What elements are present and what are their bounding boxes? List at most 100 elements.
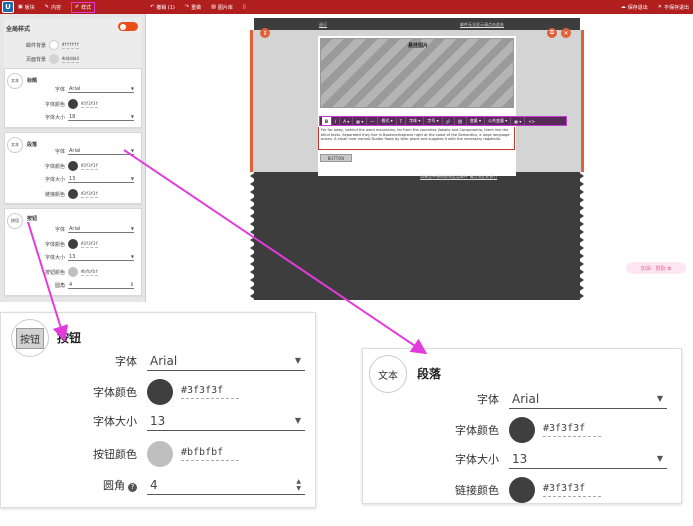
- font-color-button[interactable]: A ▾: [340, 117, 354, 125]
- step-up-icon[interactable]: ▲: [296, 478, 301, 485]
- button-color-hex[interactable]: #3f3f3f: [81, 241, 98, 248]
- chevron-down-icon: ▼: [130, 226, 134, 231]
- clear-format-button[interactable]: T: [397, 117, 407, 125]
- button-zoom-color-hex[interactable]: #3f3f3f: [181, 385, 239, 399]
- chevron-down-icon: ▼: [130, 176, 134, 181]
- button-zoom-color-swatch[interactable]: [147, 379, 173, 405]
- nav-blocks[interactable]: ▣ 板块: [18, 4, 35, 11]
- italic-button[interactable]: I: [332, 117, 341, 125]
- bold-button[interactable]: B: [322, 117, 333, 125]
- heading-color-hex[interactable]: #3f3f3f: [81, 101, 98, 108]
- email-bg-row: 邮件背景 #ffffff: [4, 40, 79, 50]
- paragraph-link-swatch[interactable]: [68, 189, 78, 199]
- heading-size-label: 字体大小: [44, 114, 65, 121]
- format-dropdown[interactable]: 格式 ▾: [378, 117, 397, 125]
- button-zoom-font-select[interactable]: Arial ▼: [147, 351, 305, 371]
- table-dropdown[interactable]: ▦ ▾: [511, 117, 526, 125]
- paragraph-zoom-font-select[interactable]: Arial ▼: [509, 389, 667, 409]
- button-radius-row: 圆角 4 ⇕: [5, 281, 143, 289]
- undo-icon: ↶: [150, 4, 155, 10]
- button-zoom-title: 按钮: [57, 331, 82, 345]
- brush-icon: ✐: [74, 4, 80, 10]
- view-online-link[interactable]: 邮件无法显示请点击此处: [460, 22, 504, 28]
- button-bg-hex[interactable]: #bfbfbf: [81, 269, 98, 276]
- page-bg-swatch[interactable]: [49, 54, 59, 64]
- button-font-select[interactable]: Arial ▼: [68, 225, 134, 233]
- button-zoom-color-label: 字体颜色: [93, 386, 137, 399]
- button-zoom-bg-label: 按钮颜色: [93, 448, 137, 461]
- nav-style[interactable]: ✐ 样式: [70, 1, 96, 13]
- image-placeholder[interactable]: 悬挂图片: [320, 38, 514, 108]
- exit-without-save-button[interactable]: ✕ 不保存退出: [658, 4, 689, 11]
- button-size-label: 字体大小: [44, 254, 65, 261]
- link-icon[interactable]: 🔗: [443, 117, 455, 125]
- font-size-dropdown[interactable]: 字号 ▾: [424, 117, 443, 125]
- button-color-row: 字体颜色 #3f3f3f: [5, 239, 143, 249]
- variable-dropdown[interactable]: 变量 ▾: [467, 117, 485, 125]
- nav-content[interactable]: ✎ 内容: [45, 4, 61, 11]
- stepper-icon[interactable]: ▲ ▼: [296, 478, 301, 492]
- heading-font-select[interactable]: Arial ▼: [68, 85, 134, 93]
- unlink-icon[interactable]: ⛓: [455, 117, 467, 125]
- button-zoom-bg-swatch[interactable]: [147, 441, 173, 467]
- email-bg-swatch[interactable]: [49, 40, 59, 50]
- move-block-icon[interactable]: ⇕: [260, 28, 270, 38]
- help-icon[interactable]: ?: [128, 482, 137, 492]
- paragraph-zoom-color-hex[interactable]: #3f3f3f: [543, 423, 601, 437]
- chevron-down-icon: ▼: [656, 454, 663, 463]
- paragraph-zoom-size-select[interactable]: 13 ▼: [509, 449, 667, 469]
- font-dropdown[interactable]: 字体 ▾: [406, 117, 425, 125]
- paragraph-size-select[interactable]: 13 ▼: [68, 175, 134, 183]
- zigzag-right: [578, 172, 584, 300]
- button-radius-input[interactable]: 4 ⇕: [68, 281, 134, 289]
- email-footer-area: [254, 172, 580, 300]
- bg-color-button[interactable]: ▦ ▾: [353, 117, 368, 125]
- paragraph-zoom-link-swatch[interactable]: [509, 477, 535, 503]
- nav-blocks-label: 板块: [24, 4, 35, 11]
- paragraph-font-value: Arial: [69, 147, 81, 154]
- app-logo: U: [2, 1, 14, 13]
- footer-unsubscribe-link[interactable]: 如果您不想再收到此类邮件 请点击此处退订: [420, 174, 497, 180]
- heading-color-swatch[interactable]: [68, 99, 78, 109]
- global-style-title: 全局样式: [6, 26, 31, 33]
- button-zoom-bg-row: 按钮颜色 #bfbfbf: [1, 441, 239, 467]
- paragraph-zoom-color-swatch[interactable]: [509, 417, 535, 443]
- paragraph-font-select[interactable]: Arial ▼: [68, 147, 134, 155]
- delete-block-icon[interactable]: ✕: [561, 28, 571, 38]
- unsubscribe-link[interactable]: 退订: [319, 22, 327, 28]
- button-zoom-size-select[interactable]: 13 ▼: [147, 411, 305, 431]
- global-style-toggle[interactable]: [118, 22, 138, 31]
- page-bg-hex[interactable]: #d4d4d4: [62, 56, 79, 63]
- horizontal-rule-button[interactable]: —: [367, 117, 379, 125]
- save-exit-button[interactable]: ☁ 保存退出: [621, 4, 648, 11]
- button-color-swatch[interactable]: [68, 239, 78, 249]
- stepper-icon[interactable]: ⇕: [130, 282, 134, 288]
- redo-button[interactable]: ↷ 重做: [185, 4, 201, 11]
- paragraph-color-swatch[interactable]: [68, 161, 78, 171]
- step-down-icon[interactable]: ▼: [296, 485, 301, 492]
- chevron-down-icon: ▼: [294, 416, 301, 425]
- button-zoom-radius-value: 4: [150, 477, 158, 492]
- image-library-label: 图片库: [217, 4, 233, 11]
- paragraph-zoom-link-hex[interactable]: #3f3f3f: [543, 483, 601, 497]
- button-size-select[interactable]: 13 ▼: [68, 253, 134, 261]
- button-zoom-bg-hex[interactable]: #bfbfbf: [181, 447, 239, 461]
- paragraph-link-hex[interactable]: #3f3f3f: [81, 191, 98, 198]
- paragraph-zoom-font-value: Arial: [512, 391, 540, 406]
- image-library-button[interactable]: ▨ 图片库: [211, 4, 233, 11]
- button-zoom-radius-input[interactable]: 4 ▲ ▼: [147, 475, 305, 495]
- button-bg-swatch[interactable]: [68, 267, 78, 277]
- mobile-preview-button[interactable]: ▯: [243, 4, 248, 10]
- email-cta-button[interactable]: BUTTON: [320, 154, 352, 162]
- heading-size-select[interactable]: 18 ▼: [68, 113, 134, 121]
- paragraph-color-hex[interactable]: #3f3f3f: [81, 163, 98, 170]
- source-code-button[interactable]: <>: [525, 117, 538, 125]
- paragraph-text-block[interactable]: Far far away, behind the word mountains,…: [318, 127, 515, 150]
- copy-block-icon[interactable]: ⧉: [547, 28, 557, 38]
- button-zoom-size-value: 13: [150, 413, 166, 428]
- button-zoom-radius-label-wrap: 圆角?: [1, 477, 137, 493]
- button-zoom-radius-row: 圆角? 4 ▲ ▼: [1, 475, 305, 495]
- undo-button[interactable]: ↶ 撤销 (1): [150, 4, 175, 11]
- public-variable-dropdown[interactable]: 公共变量 ▾: [485, 117, 512, 125]
- email-bg-hex[interactable]: #ffffff: [62, 42, 79, 49]
